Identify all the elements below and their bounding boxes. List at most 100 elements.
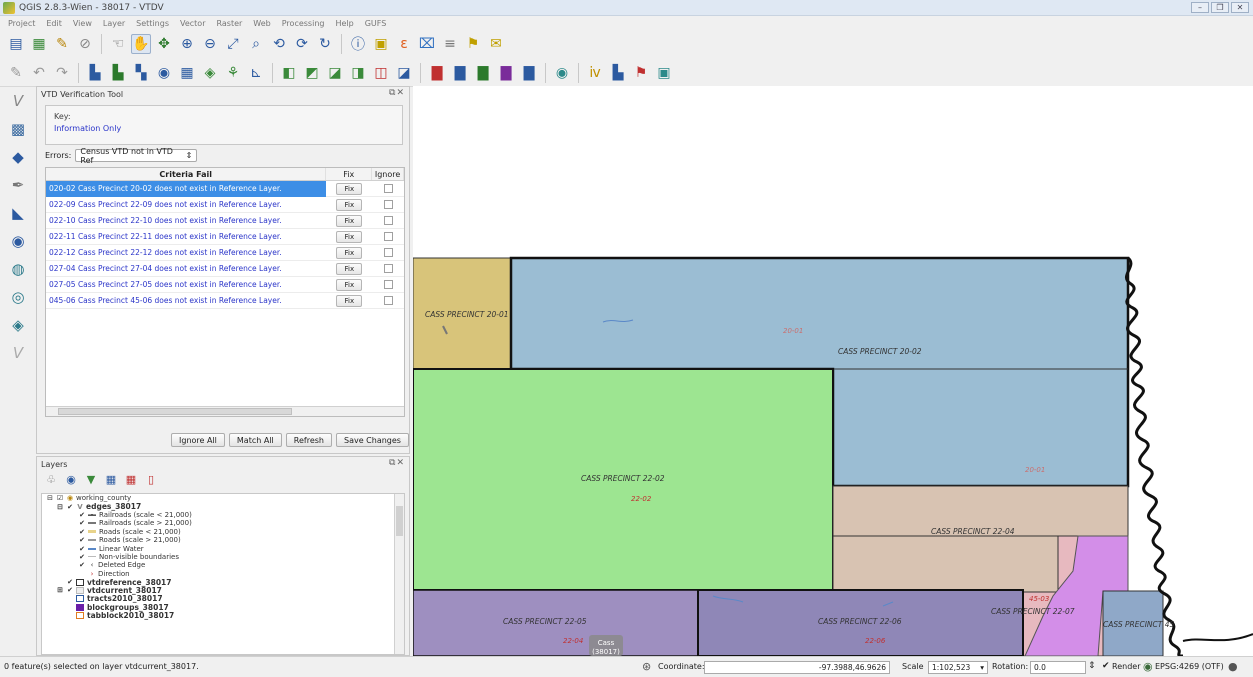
polygon-split-icon[interactable]: ◪ xyxy=(325,63,345,83)
table-row[interactable]: 022-12 Cass Precinct 22-12 does not exis… xyxy=(46,245,404,261)
ignore-checkbox[interactable] xyxy=(383,184,393,193)
book-blue-icon[interactable]: ▇ xyxy=(450,63,470,83)
polygon-merge-icon[interactable]: ◨ xyxy=(348,63,368,83)
layer-style-icon[interactable]: ♧ xyxy=(43,471,59,487)
ignore-checkbox[interactable] xyxy=(383,232,393,241)
match-all-button[interactable]: Match All xyxy=(228,433,282,447)
book-red-icon[interactable]: ▇ xyxy=(427,63,447,83)
ignore-checkbox[interactable] xyxy=(383,280,393,289)
scrollbar-thumb[interactable] xyxy=(58,408,292,415)
zoom-next-icon[interactable]: ⟳ xyxy=(292,34,312,54)
ignore-checkbox[interactable] xyxy=(383,248,393,257)
add-vector-layer-icon[interactable]: V xyxy=(6,90,30,112)
filter-icon[interactable]: ▼ xyxy=(83,471,99,487)
fix-button[interactable]: Fix xyxy=(336,262,363,275)
fix-button[interactable]: Fix xyxy=(336,198,363,211)
scale-combobox[interactable]: 1:102,523 ▾ xyxy=(928,661,988,674)
edit-pencil-icon[interactable]: ✎ xyxy=(52,34,72,54)
panel-float-close-icon[interactable]: ⧉✕ xyxy=(389,458,405,468)
add-spatialite-layer-icon[interactable]: ✒ xyxy=(6,174,30,196)
fix-button[interactable]: Fix xyxy=(336,294,363,307)
check-icon[interactable]: ✔ xyxy=(78,545,86,553)
close-button[interactable]: ✕ xyxy=(1231,2,1249,13)
legend-item[interactable]: ✔ Non-visible boundaries xyxy=(42,553,404,561)
coordinate-field[interactable]: -97.3988,46.9626 xyxy=(704,661,890,674)
new-layer-icon[interactable]: ▦ xyxy=(29,34,49,54)
image-icon[interactable]: ▣ xyxy=(654,63,674,83)
redo-icon[interactable]: ↷ xyxy=(52,63,72,83)
ignore-checkbox[interactable] xyxy=(383,296,393,305)
col-ignore-header[interactable]: Ignore xyxy=(372,168,404,180)
add-globe-icon[interactable]: ◉ xyxy=(552,63,572,83)
criteria-cell[interactable]: 027-05 Cass Precinct 27-05 does not exis… xyxy=(46,277,326,293)
criteria-cell[interactable]: 022-10 Cass Precinct 22-10 does not exis… xyxy=(46,213,326,229)
crs-label[interactable]: EPSG:4269 (OTF) xyxy=(1155,662,1224,671)
table-row[interactable]: 020-02 Cass Precinct 20-02 does not exis… xyxy=(46,180,404,197)
table-row[interactable]: 027-04 Cass Precinct 27-04 does not exis… xyxy=(46,261,404,277)
menu-gufs[interactable]: GUFS xyxy=(365,19,387,28)
add-oracle-layer-icon[interactable]: ◉ xyxy=(6,230,30,252)
remove-layer-icon[interactable]: ▯ xyxy=(143,471,159,487)
book-edit-icon[interactable]: ▇ xyxy=(519,63,539,83)
vtd-tool-icon[interactable]: ⅳ xyxy=(585,63,605,83)
edge-tool-icon[interactable]: ⊾ xyxy=(246,63,266,83)
precinct-22-04-lower-polygon[interactable] xyxy=(832,535,1059,593)
vertical-scrollbar[interactable] xyxy=(394,494,404,654)
check-icon[interactable]: ✔ xyxy=(78,519,86,527)
check-icon[interactable]: ✔ xyxy=(66,503,74,511)
col-criteria-header[interactable]: Criteria Fail xyxy=(46,168,327,180)
legend-item[interactable]: ✔ ‹ Deleted Edge xyxy=(42,561,404,569)
collapse-icon[interactable]: ⊟ xyxy=(46,494,54,502)
refresh-button[interactable]: Refresh xyxy=(285,433,332,447)
polygon-check-icon[interactable]: ◫ xyxy=(371,63,391,83)
crs-globe-icon[interactable]: ◉ xyxy=(1143,660,1153,673)
select-features-icon[interactable]: ▣ xyxy=(371,34,391,54)
add-mssql-layer-icon[interactable]: ◣ xyxy=(6,202,30,224)
rotation-field[interactable]: 0.0 xyxy=(1030,661,1086,674)
criteria-cell[interactable]: 027-04 Cass Precinct 27-04 does not exis… xyxy=(46,261,326,277)
legend-item[interactable]: ✔ Railroads (scale < 21,000) xyxy=(42,511,404,519)
table-icon[interactable]: ▦ xyxy=(177,63,197,83)
table-row[interactable]: 022-10 Cass Precinct 22-10 does not exis… xyxy=(46,213,404,229)
ignore-checkbox[interactable] xyxy=(383,264,393,273)
criteria-cell[interactable]: 022-11 Cass Precinct 22-11 does not exis… xyxy=(46,229,326,245)
book-green-icon[interactable]: ▇ xyxy=(473,63,493,83)
table-row[interactable]: 027-05 Cass Precinct 27-05 does not exis… xyxy=(46,277,404,293)
menu-processing[interactable]: Processing xyxy=(282,19,325,28)
menu-edit[interactable]: Edit xyxy=(46,19,62,28)
add-wms-layer-icon[interactable]: ◍ xyxy=(6,258,30,280)
fix-button[interactable]: Fix xyxy=(336,230,363,243)
render-checkbox-icon[interactable]: ✔ xyxy=(1102,661,1110,671)
messages-icon[interactable]: ● xyxy=(1228,660,1238,673)
zoom-last-icon[interactable]: ⟲ xyxy=(269,34,289,54)
save-changes-button[interactable]: Save Changes xyxy=(336,433,409,447)
scrollbar-thumb[interactable] xyxy=(396,506,403,536)
zoom-out-icon[interactable]: ⊖ xyxy=(200,34,220,54)
expand-icon[interactable]: ⊞ xyxy=(56,586,64,594)
menu-project[interactable]: Project xyxy=(8,19,35,28)
layer-item[interactable]: ⊟ ✔ V edges_38017 xyxy=(42,502,404,511)
table-row[interactable]: 022-11 Cass Precinct 22-11 does not exis… xyxy=(46,229,404,245)
spin-arrows-icon[interactable]: ⇕ xyxy=(1088,661,1096,671)
chart-green-icon[interactable]: ▙ xyxy=(108,63,128,83)
pan-to-selection-icon[interactable]: ✥ xyxy=(154,34,174,54)
ignore-all-button[interactable]: Ignore All xyxy=(171,433,225,447)
fix-button[interactable]: Fix xyxy=(336,246,363,259)
refresh-icon[interactable]: ↻ xyxy=(315,34,335,54)
zoom-layer-icon[interactable]: ⌕ xyxy=(246,34,266,54)
table-row[interactable]: 022-09 Cass Precinct 22-09 does not exis… xyxy=(46,197,404,213)
criteria-cell[interactable]: 020-02 Cass Precinct 20-02 does not exis… xyxy=(46,180,327,197)
polygon-flag-icon[interactable]: ◪ xyxy=(394,63,414,83)
bar-chart-icon[interactable]: ▙ xyxy=(608,63,628,83)
save-project-icon[interactable]: ▤ xyxy=(6,34,26,54)
touch-icon[interactable]: ☜ xyxy=(108,34,128,54)
layer-item[interactable]: tabblock2010_38017 xyxy=(42,611,404,620)
menu-view[interactable]: View xyxy=(73,19,92,28)
chart-blue-icon[interactable]: ▙ xyxy=(85,63,105,83)
eye-icon[interactable]: ◉ xyxy=(63,471,79,487)
ignore-checkbox[interactable] xyxy=(383,200,393,209)
checkbox-icon[interactable]: ☑ xyxy=(56,494,64,502)
annotation-icon[interactable]: ✉ xyxy=(486,34,506,54)
check-icon[interactable]: ✔ xyxy=(78,511,86,519)
map-svg[interactable]: CASS PRECINCT 20-01 CASS PRECINCT 20-02 … xyxy=(413,86,1253,656)
